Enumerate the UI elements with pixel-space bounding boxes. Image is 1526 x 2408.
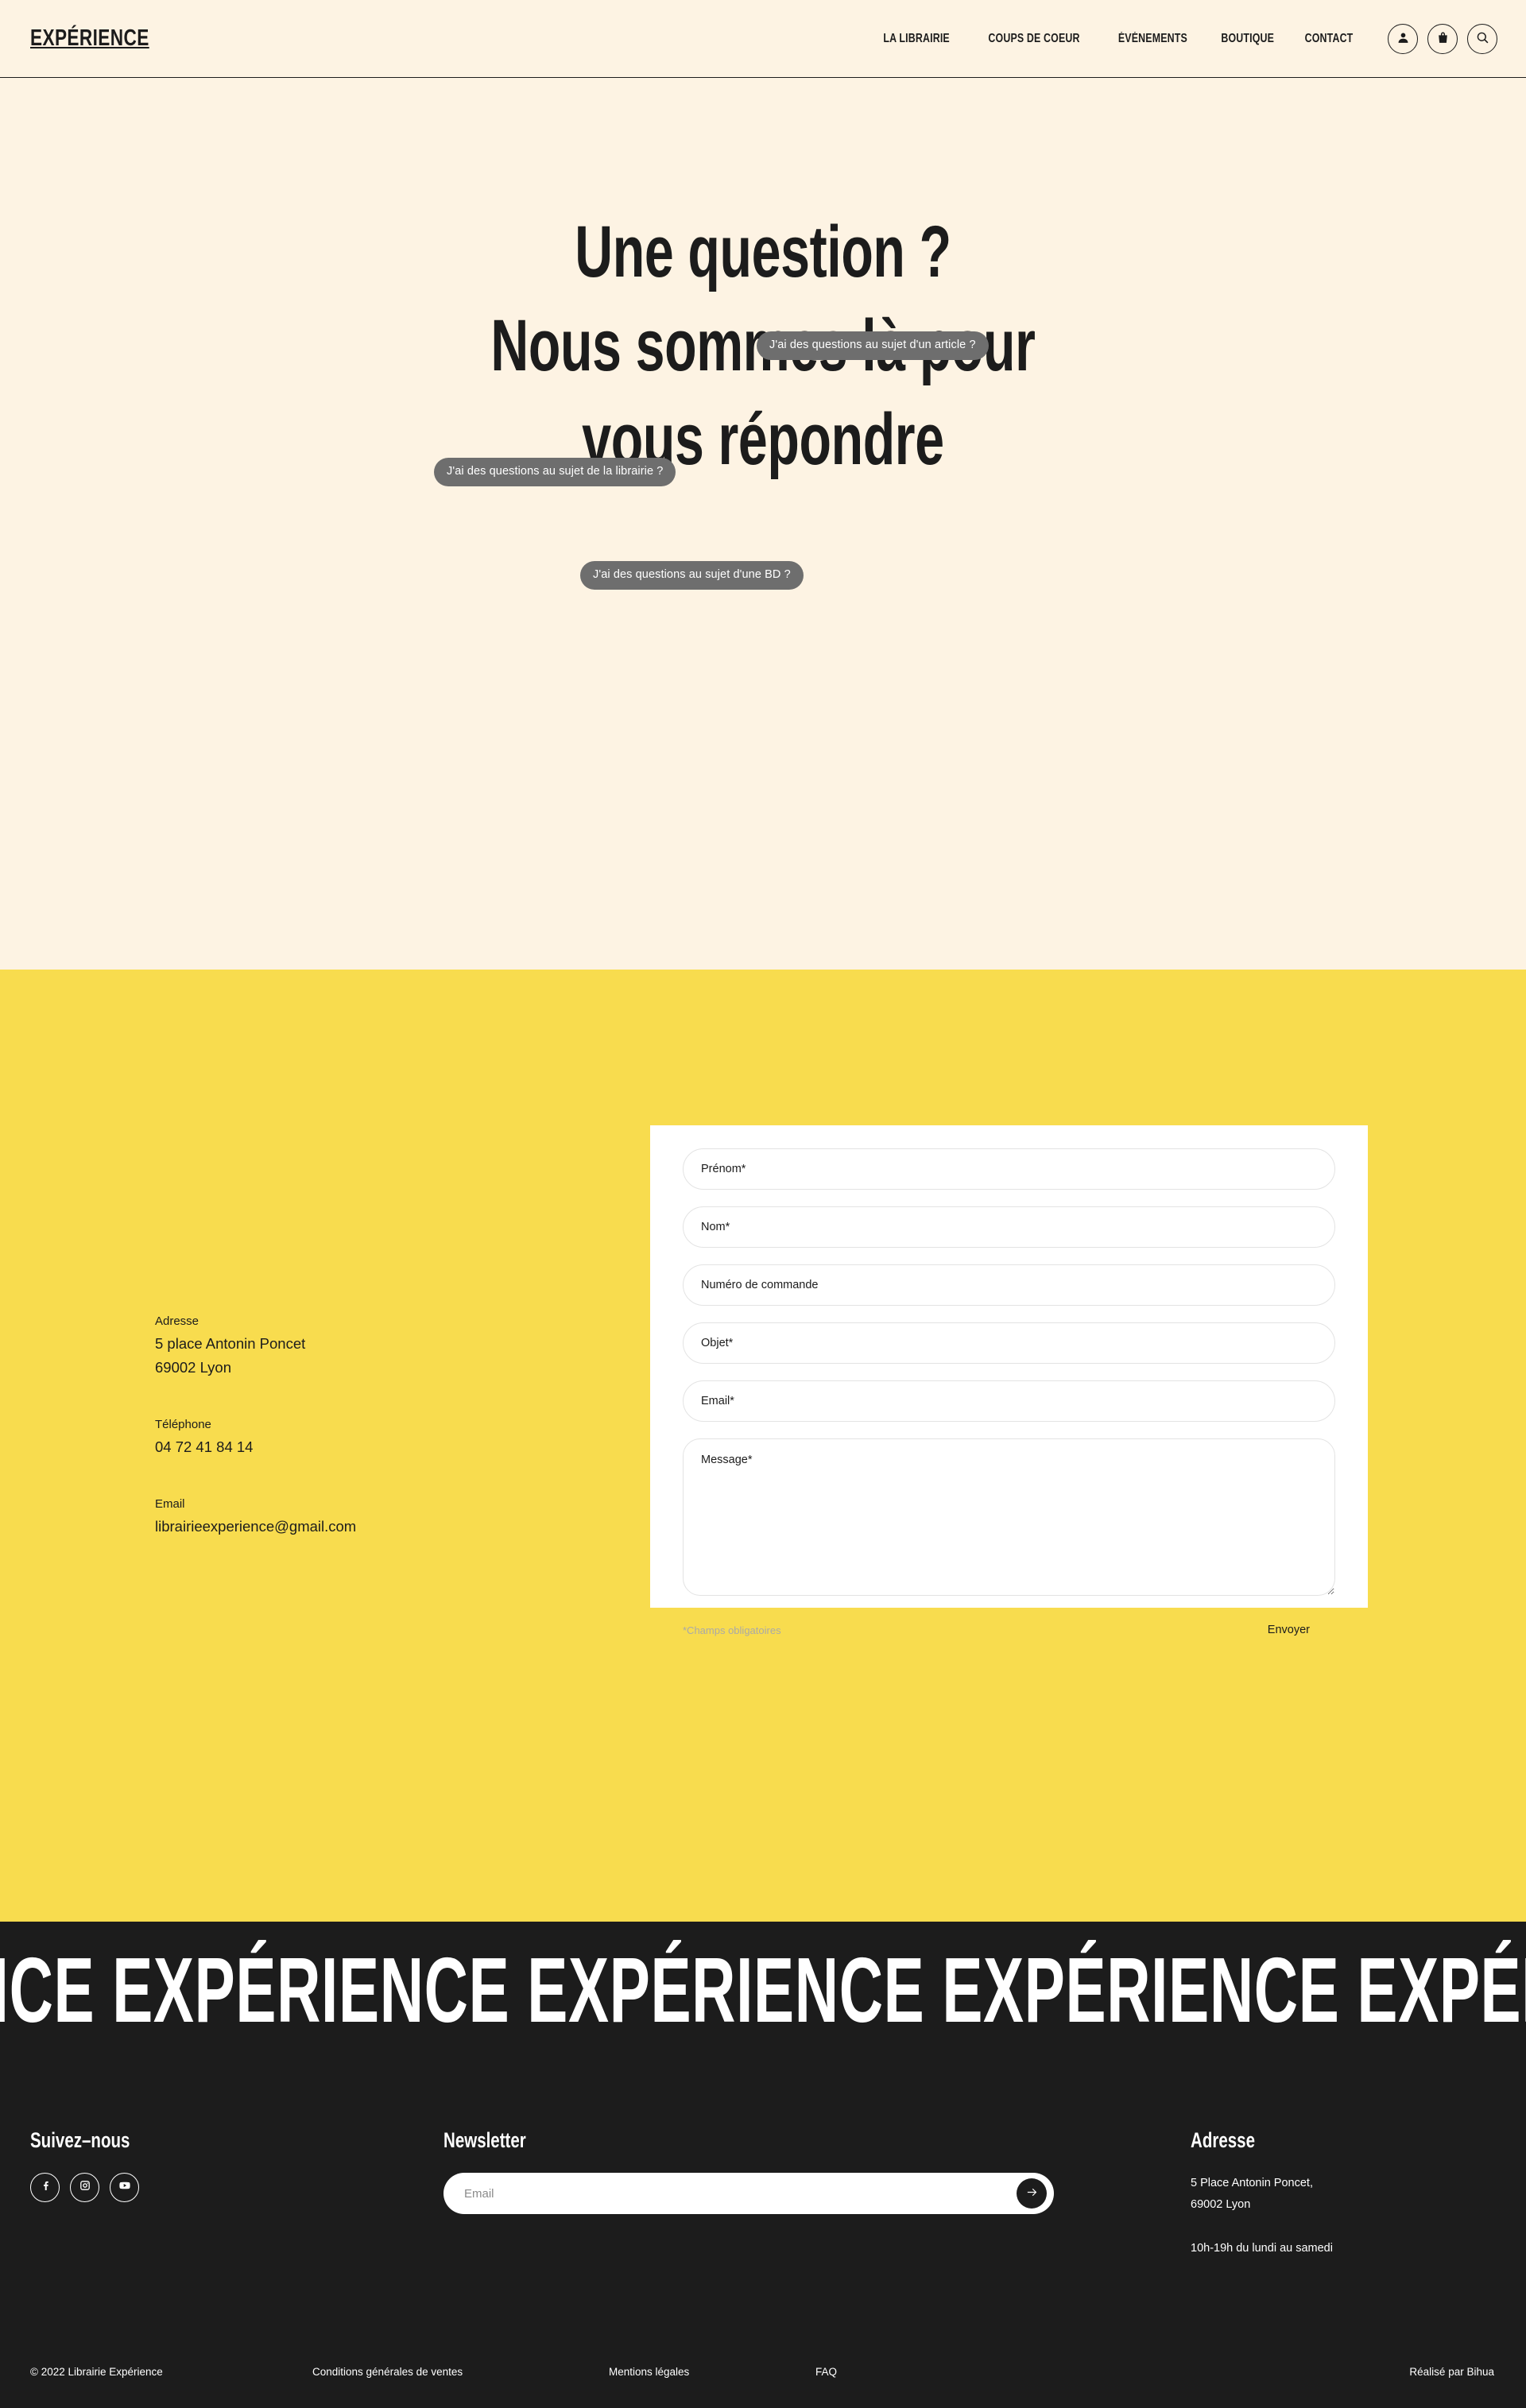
footer-opening-hours: 10h-19h du lundi au samedi <box>1191 2242 1333 2255</box>
objet-input[interactable] <box>683 1322 1335 1364</box>
contact-block-telephone: Téléphone 04 72 41 84 14 <box>155 1415 356 1459</box>
contact-value-adresse-line1: 5 place Antonin Poncet <box>155 1335 306 1352</box>
footer-columns: Suivez–nous Newsletter Email Adresse 5 P… <box>0 2128 1526 2259</box>
footer-address-title: Adresse <box>1191 2128 1255 2152</box>
site-logo[interactable]: EXPÉRIENCE <box>30 25 149 52</box>
arrow-right-icon <box>1025 2185 1039 2201</box>
shopping-bag-icon <box>1436 31 1450 47</box>
footer-address-column: Adresse 5 Place Antonin Poncet, 69002 Ly… <box>1191 2128 1494 2259</box>
instagram-icon <box>79 2179 91 2196</box>
footer-link-mentions-legales[interactable]: Mentions légales <box>609 2366 815 2378</box>
youtube-icon <box>118 2179 131 2196</box>
newsletter-submit-button[interactable] <box>1017 2178 1047 2209</box>
main-navigation: LA LIBRAIRIE COUPS DE COEUR ÉVÉNEMENTS B… <box>875 23 1497 54</box>
contact-block-email: Email librairieexperience@gmail.com <box>155 1494 356 1539</box>
cart-button[interactable] <box>1427 23 1458 54</box>
send-button[interactable]: Envoyer <box>1241 1613 1335 1647</box>
nom-input[interactable] <box>683 1206 1335 1248</box>
contact-value-telephone[interactable]: 04 72 41 84 14 <box>155 1435 356 1459</box>
hero-section: Une question ? Nous sommes là pour vous … <box>0 78 1526 970</box>
search-button[interactable] <box>1467 23 1497 54</box>
follow-title: Suivez–nous <box>30 2128 130 2152</box>
contact-details: Adresse 5 place Antonin Poncet 69002 Lyo… <box>155 1311 356 1539</box>
numero-de-commande-input[interactable] <box>683 1264 1335 1306</box>
prenom-input[interactable] <box>683 1148 1335 1190</box>
email-input[interactable] <box>683 1380 1335 1422</box>
site-header: EXPÉRIENCE LA LIBRAIRIE COUPS DE COEUR É… <box>0 0 1526 78</box>
site-footer: Suivez–nous Newsletter Email Adresse 5 P… <box>0 2065 1526 2408</box>
footer-address-line1: 5 Place Antonin Poncet, <box>1191 2177 1313 2189</box>
marquee-band: IENCE EXPÉRIENCE EXPÉRIENCE EXPÉRIENCE E… <box>0 1922 1526 2065</box>
newsletter-title: Newsletter <box>443 2128 526 2152</box>
footer-follow-column: Suivez–nous <box>30 2128 443 2259</box>
footer-newsletter-column: Newsletter <box>443 2128 1191 2259</box>
facebook-link[interactable] <box>30 2173 60 2202</box>
footer-link-cgv[interactable]: Conditions générales de ventes <box>312 2366 609 2378</box>
hero-tooltip-bd[interactable]: J'ai des questions au sujet d'une BD ? <box>580 561 804 590</box>
contact-section: Adresse 5 place Antonin Poncet 69002 Lyo… <box>0 970 1526 1922</box>
footer-legal-bar: © 2022 Librairie Expérience Conditions g… <box>0 2335 1526 2408</box>
nav-item-la-librairie[interactable]: LA LIBRAIRIE <box>884 32 950 46</box>
instagram-link[interactable] <box>70 2173 99 2202</box>
contact-value-adresse-line2: 69002 Lyon <box>155 1359 232 1376</box>
contact-form: *Champs obligatoires Envoyer <box>650 1125 1368 1647</box>
nav-item-contact[interactable]: CONTACT <box>1305 32 1354 46</box>
footer-credit[interactable]: Réalisé par Bihua <box>1409 2366 1494 2378</box>
social-links <box>30 2173 443 2202</box>
hero-tooltip-article[interactable]: J'ai des questions au sujet d'un article… <box>757 331 989 360</box>
nav-item-evenements[interactable]: ÉVÉNEMENTS <box>1118 32 1187 46</box>
marquee-text: IENCE EXPÉRIENCE EXPÉRIENCE EXPÉRIENCE E… <box>0 1938 1526 2042</box>
hero-tooltip-librairie[interactable]: J'ai des questions au sujet de la librai… <box>434 458 676 486</box>
nav-item-boutique[interactable]: BOUTIQUE <box>1221 32 1274 46</box>
contact-label-telephone: Téléphone <box>155 1418 211 1431</box>
footer-address-line2: 69002 Lyon <box>1191 2198 1251 2211</box>
header-icon-group <box>1388 23 1497 54</box>
youtube-link[interactable] <box>110 2173 139 2202</box>
footer-link-faq[interactable]: FAQ <box>815 2366 1409 2378</box>
account-icon <box>1396 31 1410 47</box>
form-footer: *Champs obligatoires Envoyer <box>683 1613 1335 1647</box>
search-icon <box>1476 31 1489 47</box>
required-fields-note: *Champs obligatoires <box>683 1624 781 1636</box>
contact-label-adresse: Adresse <box>155 1314 199 1328</box>
nav-item-coups-de-coeur[interactable]: COUPS DE COEUR <box>988 32 1079 46</box>
account-button[interactable] <box>1388 23 1418 54</box>
newsletter-email-input[interactable] <box>443 2173 1054 2214</box>
contact-label-email: Email <box>155 1497 185 1511</box>
copyright-text: © 2022 Librairie Expérience <box>30 2365 163 2378</box>
newsletter-form <box>443 2173 1054 2214</box>
contact-value-email[interactable]: librairieexperience@gmail.com <box>155 1515 356 1539</box>
facebook-icon <box>39 2179 52 2196</box>
contact-block-adresse: Adresse 5 place Antonin Poncet 69002 Lyo… <box>155 1311 356 1380</box>
contact-page: EXPÉRIENCE LA LIBRAIRIE COUPS DE COEUR É… <box>0 0 1526 2408</box>
message-textarea[interactable] <box>683 1438 1335 1596</box>
